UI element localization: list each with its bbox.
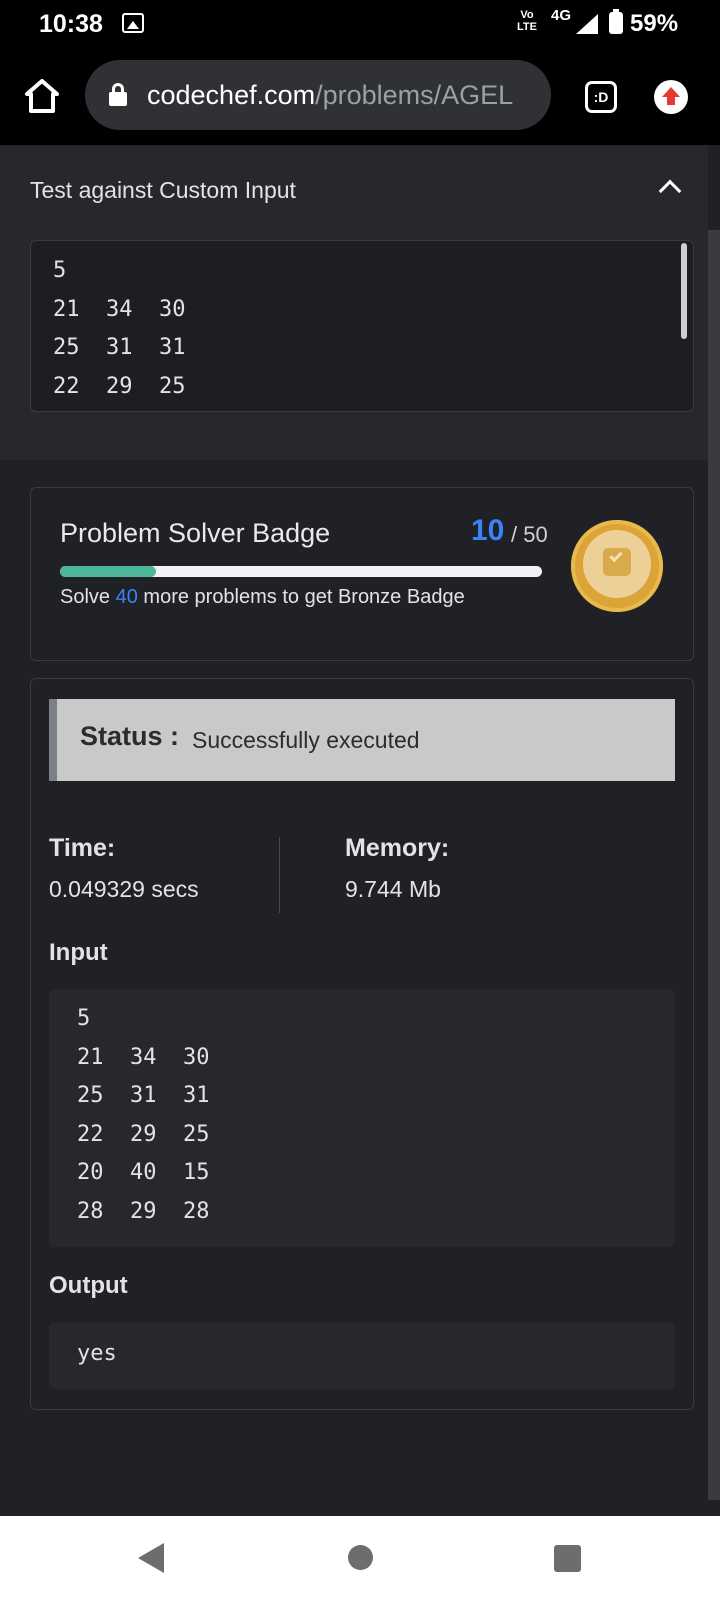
address-bar[interactable]: codechef.com/problems/AGEL bbox=[85, 60, 551, 130]
result-card: Status : Successfully executed Time: 0.0… bbox=[30, 678, 694, 1410]
status-box: Status : Successfully executed bbox=[49, 699, 675, 781]
badge-progress-fill bbox=[60, 566, 157, 577]
clock: 10:38 bbox=[39, 10, 103, 38]
status-bar: 10:38 Vo LTE 4G 59% bbox=[0, 0, 720, 50]
home-circle-icon[interactable] bbox=[348, 1545, 373, 1570]
battery-icon bbox=[609, 9, 623, 34]
custom-input-text[interactable]: 5 21 34 30 25 31 31 22 29 25 bbox=[53, 252, 185, 406]
badge-note-suffix: more problems to get Bronze Badge bbox=[143, 586, 465, 608]
volte-bottom-text: LTE bbox=[517, 21, 537, 33]
chevron-up-icon[interactable] bbox=[658, 179, 682, 203]
custom-input-section: Test against Custom Input 5 21 34 30 25 … bbox=[0, 145, 708, 460]
custom-input-scrollbar[interactable] bbox=[681, 243, 687, 339]
badge-note: Solve 40 more problems to get Bronze Bad… bbox=[60, 586, 465, 609]
signal-icon bbox=[576, 14, 598, 34]
memory-label: Memory: bbox=[345, 834, 450, 862]
badge-title: Problem Solver Badge bbox=[60, 518, 331, 548]
back-icon[interactable] bbox=[138, 1543, 164, 1573]
network-type: 4G bbox=[551, 7, 572, 24]
metric-divider bbox=[279, 837, 280, 913]
output-box: yes bbox=[49, 1322, 675, 1389]
time-value: 0.049329 secs bbox=[49, 876, 199, 902]
input-text: 5 21 34 30 25 31 31 22 29 25 20 40 15 28… bbox=[77, 1006, 210, 1224]
custom-input-title[interactable]: Test against Custom Input bbox=[30, 177, 296, 204]
input-box: 5 21 34 30 25 31 31 22 29 25 20 40 15 28… bbox=[49, 989, 675, 1247]
status-value: Successfully executed bbox=[192, 727, 420, 753]
bronze-medal-icon bbox=[571, 520, 663, 612]
input-label: Input bbox=[49, 939, 108, 966]
badge-progress-bar bbox=[60, 566, 542, 577]
volte-icon: Vo LTE bbox=[517, 9, 537, 33]
navigation-bar bbox=[0, 1516, 720, 1600]
output-text: yes bbox=[77, 1341, 117, 1366]
badge-note-prefix: Solve bbox=[60, 586, 111, 608]
time-label: Time: bbox=[49, 834, 116, 862]
tab-switcher-icon[interactable]: :D bbox=[585, 81, 617, 113]
page-scrollbar[interactable] bbox=[708, 230, 720, 1500]
browser-toolbar: codechef.com/problems/AGEL :D bbox=[0, 50, 720, 145]
image-icon bbox=[122, 13, 144, 33]
badge-total: / 50 bbox=[511, 522, 548, 547]
badge-card: Problem Solver Badge 10 / 50 Solve 40 mo… bbox=[30, 487, 694, 661]
medal-face bbox=[583, 530, 651, 598]
badge-solved-count: 10 bbox=[471, 514, 505, 547]
volte-top-text: Vo bbox=[520, 9, 534, 21]
update-menu-icon[interactable] bbox=[654, 80, 688, 114]
badge-remaining-count: 40 bbox=[115, 586, 138, 608]
custom-input-textarea[interactable]: 5 21 34 30 25 31 31 22 29 25 bbox=[30, 240, 694, 412]
update-arrow-stem bbox=[667, 96, 675, 105]
lock-icon bbox=[109, 83, 127, 106]
url-text[interactable]: codechef.com/problems/AGEL bbox=[147, 80, 513, 111]
url-host: codechef.com bbox=[147, 80, 316, 110]
output-label: Output bbox=[49, 1272, 128, 1299]
status-label: Status : bbox=[80, 721, 180, 751]
battery-percent: 59% bbox=[630, 10, 679, 37]
url-path: /problems/AGEL bbox=[315, 80, 514, 110]
recents-icon[interactable] bbox=[554, 1545, 581, 1572]
memory-value: 9.744 Mb bbox=[345, 876, 441, 902]
home-icon[interactable] bbox=[24, 78, 60, 114]
